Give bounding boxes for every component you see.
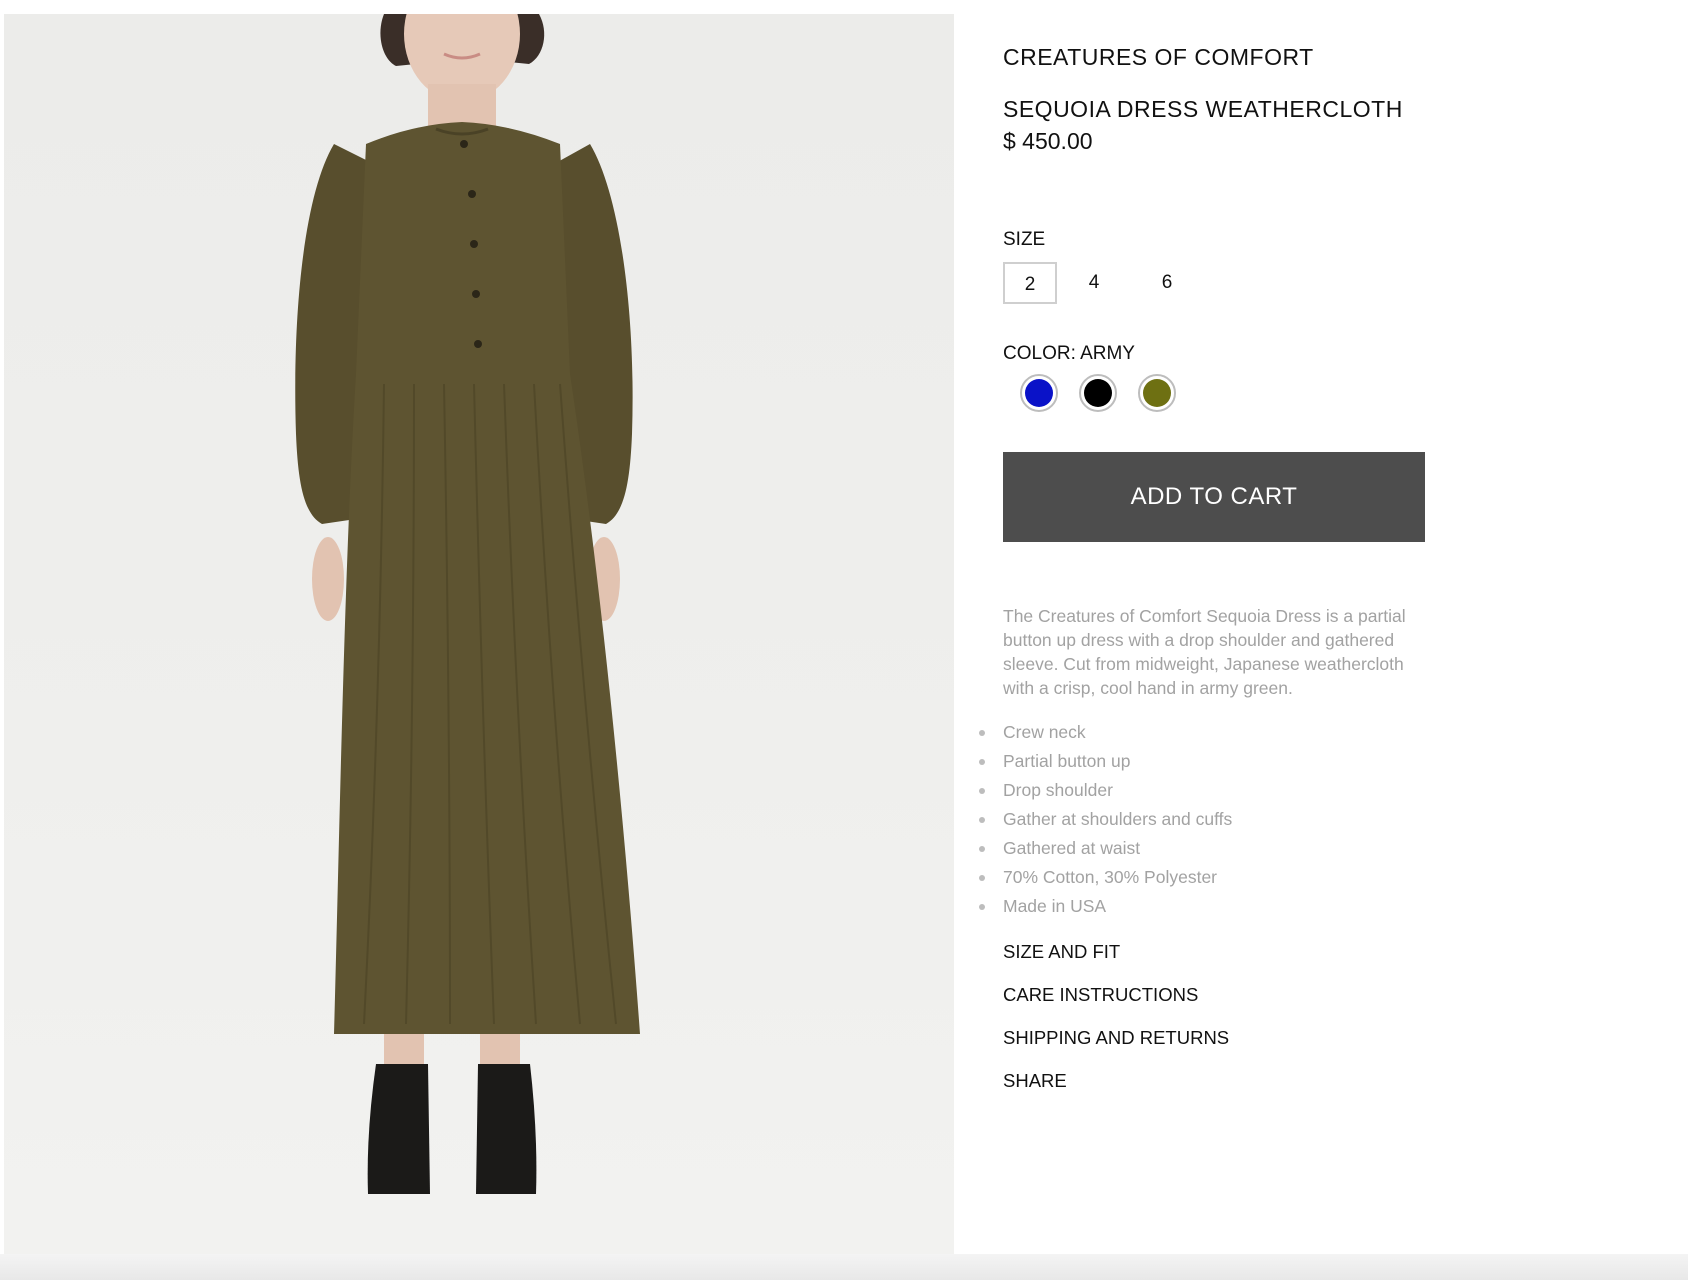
bullet-icon (979, 846, 985, 852)
bullet-icon (979, 875, 985, 881)
size-selector: 2 4 6 (1003, 262, 1223, 306)
bullet-icon (979, 730, 985, 736)
brand-name[interactable]: CREATURES OF COMFORT (1003, 44, 1314, 71)
feature-item: Drop shoulder (977, 776, 1232, 805)
feature-item: Crew neck (977, 718, 1232, 747)
bullet-icon (979, 759, 985, 765)
add-to-cart-button[interactable]: ADD TO CART (1003, 452, 1425, 542)
feature-text: 70% Cotton, 30% Polyester (1003, 867, 1218, 887)
size-option-2[interactable]: 2 (1003, 262, 1057, 304)
feature-list: Crew neck Partial button up Drop shoulde… (977, 718, 1232, 921)
share-link[interactable]: SHARE (1003, 1069, 1229, 1112)
product-description: The Creatures of Comfort Sequoia Dress i… (1003, 606, 1406, 698)
bullet-icon (979, 817, 985, 823)
bullet-icon (979, 904, 985, 910)
bottom-shadow (0, 1254, 1688, 1280)
product-image[interactable] (4, 14, 954, 1254)
info-links: SIZE AND FIT CARE INSTRUCTIONS SHIPPING … (1003, 940, 1229, 1112)
feature-item: Made in USA (977, 892, 1232, 921)
shipping-and-returns-link[interactable]: SHIPPING AND RETURNS (1003, 1026, 1229, 1069)
feature-text: Partial button up (1003, 751, 1131, 771)
feature-item: Partial button up (977, 747, 1232, 776)
care-instructions-link[interactable]: CARE INSTRUCTIONS (1003, 983, 1229, 1026)
feature-text: Gathered at waist (1003, 838, 1141, 858)
product-price: $ 450.00 (1003, 128, 1093, 154)
color-swatch-blue[interactable] (1020, 374, 1058, 412)
size-and-fit-link[interactable]: SIZE AND FIT (1003, 940, 1229, 983)
product-title: SEQUOIA DRESS WEATHERCLOTH (1003, 96, 1403, 122)
color-selector (1009, 374, 1189, 418)
size-option-6[interactable]: 6 (1140, 262, 1194, 304)
color-swatch-black[interactable] (1079, 374, 1117, 412)
color-swatch-army[interactable] (1138, 374, 1176, 412)
feature-item: Gathered at waist (977, 834, 1232, 863)
feature-text: Made in USA (1003, 896, 1107, 916)
size-option-4[interactable]: 4 (1067, 262, 1121, 304)
feature-item: 70% Cotton, 30% Polyester (977, 863, 1232, 892)
color-label: COLOR: ARMY (1003, 343, 1135, 364)
feature-item: Gather at shoulders and cuffs (977, 805, 1232, 834)
feature-text: Gather at shoulders and cuffs (1003, 809, 1233, 829)
feature-text: Drop shoulder (1003, 780, 1113, 800)
size-label: SIZE (1003, 229, 1046, 250)
product-photo-illustration (295, 14, 640, 1194)
bullet-icon (979, 788, 985, 794)
feature-text: Crew neck (1003, 722, 1086, 742)
